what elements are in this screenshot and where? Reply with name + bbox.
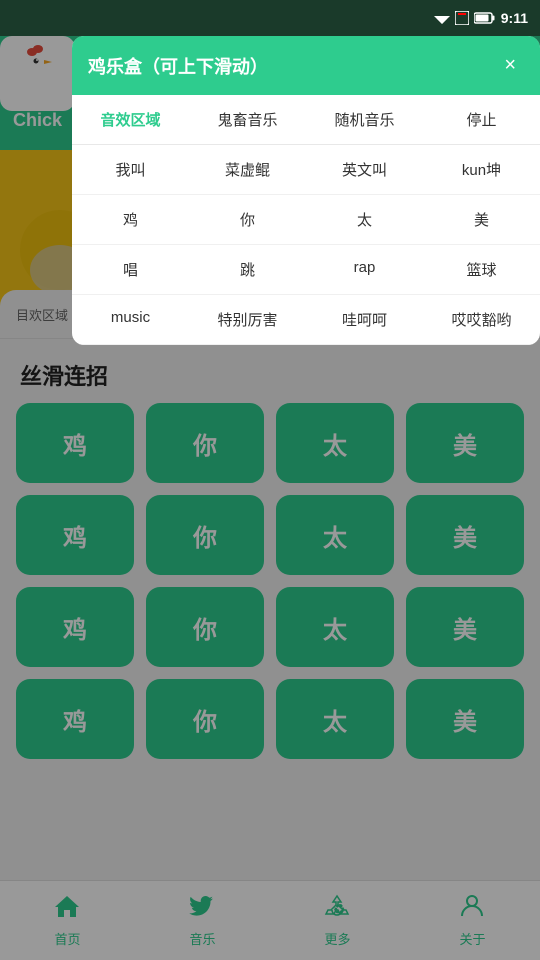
wifi-icon xyxy=(434,12,450,24)
tab-sound-effects[interactable]: 音效区域 xyxy=(72,105,189,134)
modal-header: 鸡乐盒（可上下滑动） × xyxy=(72,36,540,95)
sound-cell-mei[interactable]: 美 xyxy=(423,195,540,245)
sound-cell-wojiao[interactable]: 我叫 xyxy=(72,145,189,195)
sound-cell-music[interactable]: music xyxy=(72,295,189,345)
sound-cell-ni[interactable]: 你 xyxy=(189,195,306,245)
sound-cell-lanqiu[interactable]: 篮球 xyxy=(423,245,540,295)
battery-icon xyxy=(474,12,496,24)
modal-close-button[interactable]: × xyxy=(496,50,524,81)
status-time: 9:11 xyxy=(501,10,528,26)
sound-cell-aiyaheyo[interactable]: 哎哎豁哟 xyxy=(423,295,540,345)
sound-cell-ji[interactable]: 鸡 xyxy=(72,195,189,245)
tab-stop[interactable]: 停止 xyxy=(423,105,540,134)
sound-cell-rap[interactable]: rap xyxy=(306,245,423,295)
sound-cell-englishjiao[interactable]: 英文叫 xyxy=(306,145,423,195)
sound-cell-waheho[interactable]: 哇呵呵 xyxy=(306,295,423,345)
sound-cell-caivkun[interactable]: 菜虚鲲 xyxy=(189,145,306,195)
sound-cell-tiao[interactable]: 跳 xyxy=(189,245,306,295)
signal-icon xyxy=(455,11,469,25)
sound-grid: 我叫 菜虚鲲 英文叫 kun坤 鸡 你 太 美 唱 跳 rap 篮球 music… xyxy=(72,145,540,345)
sound-cell-chang[interactable]: 唱 xyxy=(72,245,189,295)
modal-title: 鸡乐盒（可上下滑动） xyxy=(88,53,268,79)
modal: 鸡乐盒（可上下滑动） × 音效区域 鬼畜音乐 随机音乐 停止 我叫 菜虚鲲 英文… xyxy=(72,36,540,345)
sound-cell-tai[interactable]: 太 xyxy=(306,195,423,245)
status-bar: 9:11 xyxy=(0,0,540,36)
sound-cell-kunkun[interactable]: kun坤 xyxy=(423,145,540,195)
tab-random-music[interactable]: 随机音乐 xyxy=(306,105,423,134)
tab-row: 音效区域 鬼畜音乐 随机音乐 停止 xyxy=(72,95,540,145)
sound-cell-tebielihai[interactable]: 特别厉害 xyxy=(189,295,306,345)
status-icons: 9:11 xyxy=(434,10,528,26)
tab-ghost-music[interactable]: 鬼畜音乐 xyxy=(189,105,306,134)
